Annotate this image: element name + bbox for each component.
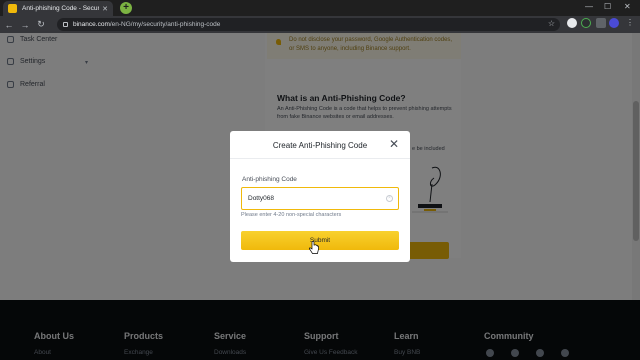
extension-icon[interactable] (581, 18, 591, 28)
submit-button[interactable]: Submit (241, 231, 399, 250)
modal-header: Create Anti-Phishing Code ✕ (230, 131, 410, 159)
browser-tab-bar: Anti-phishing Code - Security - B ✕ + — … (0, 0, 640, 16)
bookmark-star-icon[interactable]: ☆ (548, 19, 555, 28)
browser-toolbar: ← → ↻ binance.com/en-NG/my/security/anti… (0, 16, 640, 33)
extension-icon[interactable] (567, 18, 577, 28)
new-tab-button[interactable]: + (120, 2, 132, 14)
input-hint: Please enter 4-20 non-special characters (241, 212, 342, 218)
binance-favicon-icon (8, 4, 17, 13)
lock-icon (63, 22, 68, 27)
tab-close-icon[interactable]: ✕ (102, 5, 108, 13)
profile-avatar[interactable] (609, 18, 619, 28)
back-icon[interactable]: ← (2, 20, 16, 30)
url-text: binance.com/en-NG/my/security/anti-phish… (73, 21, 221, 28)
hand-cursor-icon (309, 241, 319, 254)
address-bar[interactable]: binance.com/en-NG/my/security/anti-phish… (57, 18, 560, 31)
browser-tab[interactable]: Anti-phishing Code - Security - B ✕ (3, 1, 113, 16)
close-icon[interactable]: ✕ (388, 137, 400, 151)
menu-kebab-icon[interactable]: ⋮ (625, 18, 635, 28)
maximize-icon[interactable]: ☐ (604, 2, 611, 11)
extensions-puzzle-icon[interactable] (596, 18, 606, 28)
clear-input-icon[interactable]: × (386, 195, 393, 202)
window-close-icon[interactable]: ✕ (624, 2, 631, 11)
minimize-icon[interactable]: — (585, 2, 593, 11)
modal-title: Create Anti-Phishing Code (272, 141, 368, 150)
anti-phishing-code-input[interactable] (241, 187, 399, 210)
forward-icon[interactable]: → (18, 20, 32, 30)
anti-phishing-code-label: Anti-phishing Code (242, 176, 297, 183)
reload-icon[interactable]: ↻ (34, 19, 48, 30)
anti-phishing-modal: Create Anti-Phishing Code ✕ Anti-phishin… (230, 131, 410, 262)
tab-title: Anti-phishing Code - Security - B (22, 5, 99, 12)
